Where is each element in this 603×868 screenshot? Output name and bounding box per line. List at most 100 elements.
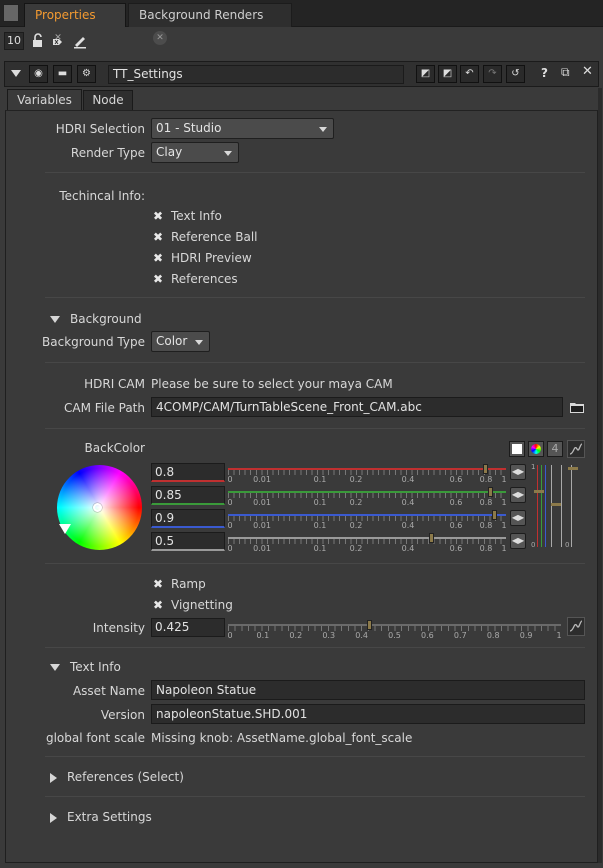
value-triangle-icon[interactable] <box>59 524 71 534</box>
channel-value-field[interactable]: 0.85 <box>151 486 225 505</box>
slider-tick-label: 0.2 <box>349 498 363 507</box>
reference-ball-checkbox[interactable]: ✖ Reference Ball <box>153 230 258 244</box>
triangle-right-icon <box>50 812 57 823</box>
references-checkbox[interactable]: ✖ References <box>153 272 238 286</box>
input-node-icon[interactable]: ▬ <box>53 65 72 83</box>
revert-icon[interactable]: ↺ <box>506 65 525 83</box>
panel-menu-icon[interactable] <box>3 4 19 22</box>
lock-icon[interactable] <box>30 33 46 49</box>
channel-slider-handle[interactable] <box>429 533 434 543</box>
color-swatch-button[interactable] <box>509 441 525 457</box>
background-section-toggle[interactable]: Background <box>50 312 142 326</box>
channel-expand-icon[interactable]: ◀▶ <box>510 464 526 480</box>
background-type-dropdown[interactable]: Color <box>151 331 210 352</box>
redo-icon[interactable]: ↷ <box>483 65 502 83</box>
slider-tick-label: 0.4 <box>401 475 415 484</box>
color-wheel[interactable] <box>57 465 142 550</box>
channel-expand-icon[interactable]: ◀▶ <box>510 487 526 503</box>
text-info-section-toggle[interactable]: Text Info <box>50 660 121 674</box>
references-section-toggle[interactable]: References (Select) <box>50 770 184 784</box>
slider-tick-label: 0.01 <box>253 544 271 553</box>
tab-properties[interactable]: Properties✕ <box>24 3 126 43</box>
checkmark-icon: ✖ <box>153 230 164 244</box>
channel-value-field[interactable]: 0.5 <box>151 532 225 551</box>
channel-expand-icon[interactable]: ◀▶ <box>510 510 526 526</box>
pencil-icon[interactable] <box>72 33 88 49</box>
channel-slider-labels: 0 0.01 0.1 0.2 0.4 0.6 0.8 1 <box>227 475 507 485</box>
version-field[interactable]: napoleonStatue.SHD.001 <box>151 704 585 724</box>
cam-file-path-field[interactable]: 4COMP/CAM/TurnTableScene_Front_CAM.abc <box>151 397 563 417</box>
tab-background-renders[interactable]: Background Renders ✕ <box>128 3 292 45</box>
slider-tick-label: 1 <box>501 544 507 553</box>
slider-tick-label: 0.4 <box>401 498 415 507</box>
slider-tick-label: 0.6 <box>449 544 463 553</box>
channel-expand-icon[interactable]: ◀▶ <box>510 533 526 549</box>
version-label: Version <box>100 708 145 722</box>
slider-tick-label: 0.6 <box>449 521 463 530</box>
asset-name-field[interactable]: Napoleon Statue <box>151 680 585 700</box>
slider-tick-label: 0.1 <box>313 544 327 553</box>
channel-slider[interactable]: 0 0.01 0.1 0.2 0.4 0.6 0.8 1 <box>227 464 507 485</box>
float-panel-icon[interactable]: ⚙ <box>77 65 96 83</box>
node-color-icon[interactable]: ◩ <box>416 65 435 83</box>
hdri-preview-checkbox[interactable]: ✖ HDRI Preview <box>153 251 252 265</box>
channel-slider-handle[interactable] <box>487 487 493 497</box>
slider-tick-label: 0.8 <box>479 498 493 507</box>
hdri-selection-dropdown[interactable]: 01 - Studio <box>151 118 334 139</box>
channel-slider[interactable]: 0 0.01 0.1 0.2 0.4 0.6 0.8 1 <box>227 487 507 508</box>
clear-icon[interactable] <box>50 33 66 49</box>
node-name-field[interactable]: TT_Settings <box>108 65 404 84</box>
subtab-node[interactable]: Node <box>83 90 133 111</box>
channel-slider[interactable]: 0 0.01 0.1 0.2 0.4 0.6 0.8 1 <box>227 510 507 531</box>
intensity-field[interactable]: 0.425 <box>151 618 225 637</box>
hdri-cam-label: HDRI CAM <box>84 377 145 391</box>
cam-file-path-label: CAM File Path <box>63 401 145 415</box>
channel-slider-labels: 0 0.01 0.1 0.2 0.4 0.6 0.8 1 <box>227 544 507 554</box>
ramp-checkbox-label: Ramp <box>171 577 206 591</box>
close-node-icon[interactable]: ✕ <box>582 64 593 79</box>
extra-settings-section-toggle[interactable]: Extra Settings <box>50 810 152 824</box>
tile-color-icon[interactable]: ◩ <box>438 65 457 83</box>
checkmark-icon: ✖ <box>153 209 164 223</box>
vignetting-checkbox[interactable]: ✖ Vignetting <box>153 598 233 612</box>
intensity-curve-icon[interactable] <box>567 617 585 636</box>
center-node-icon[interactable]: ◉ <box>29 65 48 83</box>
channel-slider[interactable]: 0 0.01 0.1 0.2 0.4 0.6 0.8 1 <box>227 533 507 554</box>
intensity-slider[interactable]: 0 0.1 0.2 0.3 0.4 0.5 0.6 0.7 0.8 0.9 1 <box>227 620 562 641</box>
channel-slider-handle[interactable] <box>492 510 497 520</box>
channel-slider-labels: 0 0.01 0.1 0.2 0.4 0.6 0.8 1 <box>227 521 506 531</box>
curve-icon[interactable] <box>567 440 585 458</box>
ramp-checkbox[interactable]: ✖ Ramp <box>153 577 206 591</box>
intensity-slider-handle[interactable] <box>366 620 372 630</box>
subtab-variables[interactable]: Variables <box>7 89 82 111</box>
channel-slider-handle[interactable] <box>483 464 488 474</box>
channel-value-field[interactable]: 0.8 <box>151 463 225 482</box>
undo-icon[interactable]: ↶ <box>460 65 479 83</box>
slider-tick-label: 0.2 <box>349 521 363 530</box>
close-icon[interactable]: ✕ <box>153 30 167 45</box>
scrollbar[interactable] <box>598 88 602 863</box>
slider-tick-label: 1 <box>501 475 507 484</box>
help-icon[interactable]: ? <box>541 66 548 80</box>
folder-icon[interactable] <box>569 399 585 415</box>
channel-count-button[interactable]: 4 <box>547 441 563 457</box>
color-picker-handle[interactable] <box>93 503 102 512</box>
color-wheel-icon[interactable] <box>528 441 544 457</box>
channel-value-field[interactable]: 0.9 <box>151 509 225 528</box>
technical-info-label: Techincal Info: <box>59 189 145 203</box>
float-icon[interactable]: ⧉ <box>561 65 570 80</box>
collapse-arrow-icon[interactable] <box>11 70 21 77</box>
slider-tick-label: 1 <box>556 631 562 640</box>
chevron-down-icon <box>195 340 203 345</box>
max-panels-field[interactable]: 10 <box>4 32 24 50</box>
references-section-title: References (Select) <box>67 770 184 784</box>
render-type-label: Render Type <box>70 146 145 160</box>
slider-tick-label: 0 <box>227 631 233 640</box>
slider-tick-label: 0.6 <box>449 498 463 507</box>
slider-tick-label: 0.9 <box>519 631 533 640</box>
slider-tick-label: 0.2 <box>349 475 363 484</box>
text-info-checkbox-label: Text Info <box>171 209 222 223</box>
render-type-dropdown[interactable]: Clay <box>151 142 239 163</box>
channel-vertical-sliders[interactable]: 1 0 0 <box>531 463 581 549</box>
text-info-checkbox[interactable]: ✖ Text Info <box>153 209 222 223</box>
